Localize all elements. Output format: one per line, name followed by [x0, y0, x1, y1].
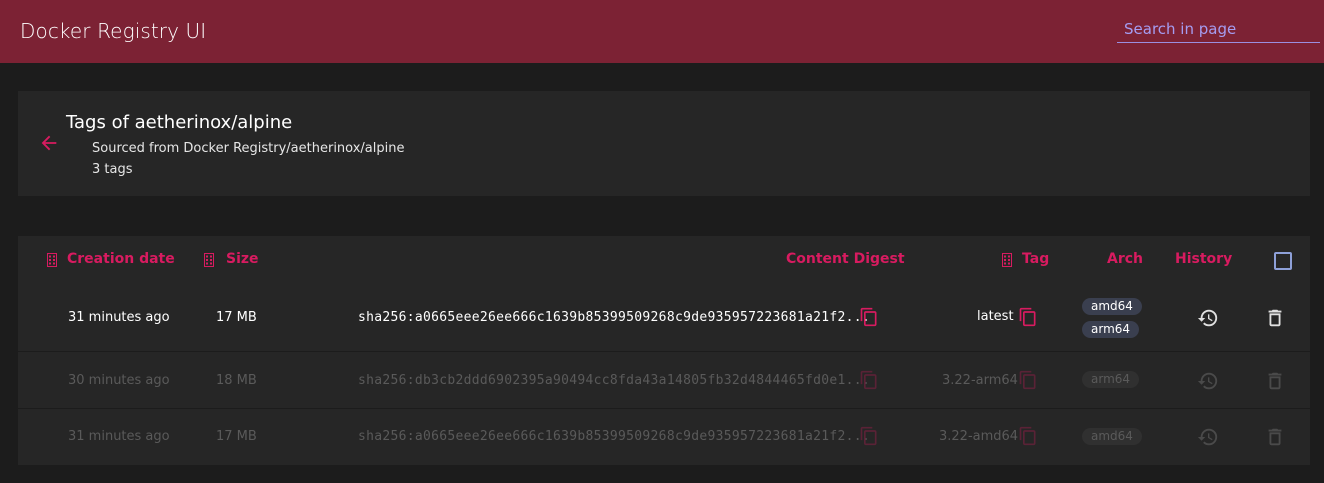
column-header-history: History — [1175, 251, 1233, 267]
history-icon[interactable] — [1197, 307, 1219, 329]
source-subtitle: Sourced from Docker Registry/aetherinox/… — [92, 141, 405, 156]
creation-date-cell: 31 minutes ago — [68, 310, 170, 325]
digest-cell: sha256:a0665eee26ee666c1639b85399509268c… — [358, 429, 870, 444]
history-icon[interactable] — [1197, 426, 1219, 448]
trash-icon[interactable] — [1264, 370, 1286, 392]
copy-tag-icon[interactable] — [1018, 426, 1038, 446]
search-input[interactable] — [1117, 16, 1320, 42]
column-header-tag[interactable]: Tag — [1022, 251, 1049, 267]
arch-badge: arm64 — [1082, 321, 1140, 338]
page-title: Tags of aetherinox/alpine — [66, 112, 293, 133]
column-header-creation-date[interactable]: Creation date — [67, 251, 175, 267]
column-header-content-digest: Content Digest — [786, 251, 905, 267]
copy-digest-icon[interactable] — [859, 370, 879, 390]
arch-badge: arm64 — [1082, 371, 1140, 388]
tags-table: Creation date Size Content Digest Tag Ar… — [18, 236, 1310, 465]
column-header-arch: Arch — [1107, 251, 1144, 267]
history-icon[interactable] — [1197, 370, 1219, 392]
table-row: 30 minutes ago 18 MB sha256:db3cb2ddd690… — [18, 351, 1310, 408]
sort-icon[interactable] — [204, 253, 214, 267]
search-box[interactable] — [1117, 16, 1320, 43]
table-row: 31 minutes ago 17 MB sha256:a0665eee26ee… — [18, 287, 1310, 351]
arch-badge: amd64 — [1082, 428, 1142, 445]
arrow-left-icon[interactable] — [38, 132, 60, 154]
select-all-checkbox[interactable] — [1274, 252, 1292, 270]
sort-icon[interactable] — [1002, 253, 1012, 267]
copy-tag-icon[interactable] — [1018, 307, 1038, 327]
app-bar: Docker Registry UI — [0, 0, 1324, 63]
arch-badge: amd64 — [1082, 298, 1142, 315]
sort-icon[interactable] — [47, 253, 57, 267]
repository-header-card: Tags of aetherinox/alpine Sourced from D… — [18, 91, 1310, 196]
copy-digest-icon[interactable] — [859, 426, 879, 446]
size-cell: 17 MB — [216, 310, 257, 325]
trash-icon[interactable] — [1264, 426, 1286, 448]
creation-date-cell: 30 minutes ago — [68, 373, 170, 388]
app-title[interactable]: Docker Registry UI — [20, 19, 206, 43]
copy-tag-icon[interactable] — [1018, 370, 1038, 390]
tag-cell: 3.22-arm64 — [942, 373, 1018, 388]
table-row: 31 minutes ago 17 MB sha256:a0665eee26ee… — [18, 408, 1310, 465]
tag-cell: latest — [977, 309, 1014, 324]
tag-count: 3 tags — [92, 162, 133, 177]
size-cell: 17 MB — [216, 429, 257, 444]
copy-digest-icon[interactable] — [859, 307, 879, 327]
tag-cell: 3.22-amd64 — [939, 429, 1019, 444]
size-cell: 18 MB — [216, 373, 257, 388]
creation-date-cell: 31 minutes ago — [68, 429, 170, 444]
column-header-size[interactable]: Size — [226, 251, 259, 267]
digest-cell: sha256:a0665eee26ee666c1639b85399509268c… — [358, 310, 870, 325]
digest-cell: sha256:db3cb2ddd6902395a90494cc8fda43a14… — [358, 373, 870, 388]
trash-icon[interactable] — [1264, 307, 1286, 329]
